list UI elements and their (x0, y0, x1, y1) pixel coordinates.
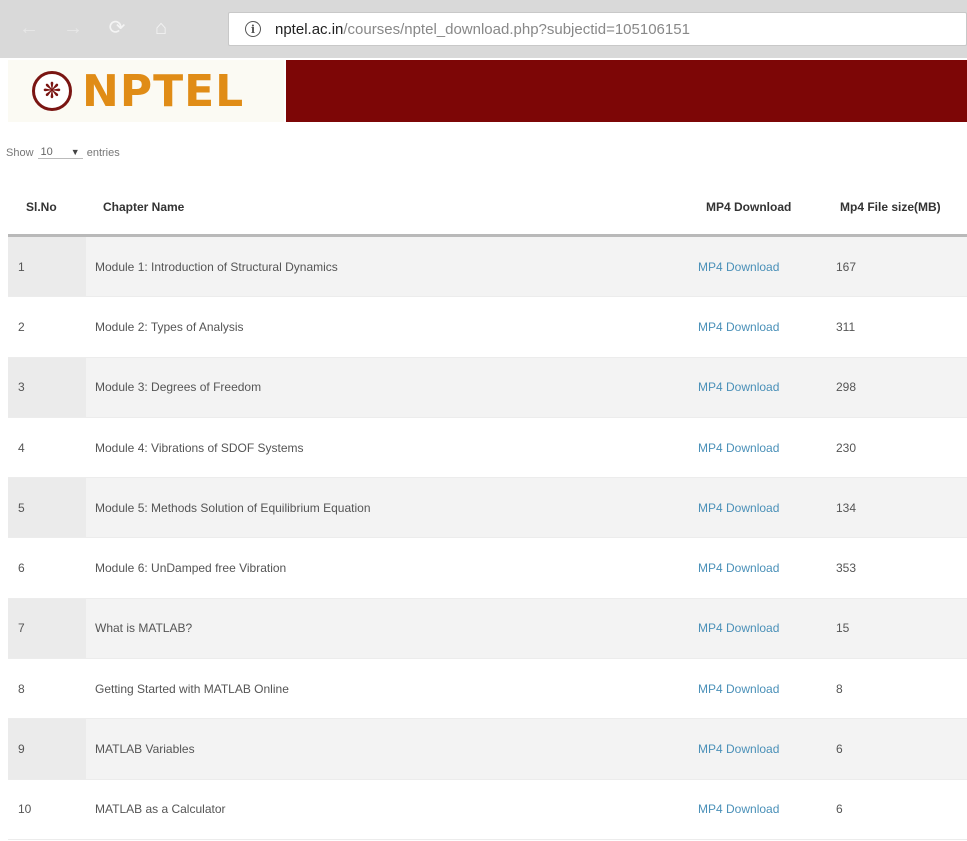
mp4-download-link[interactable]: MP4 Download (688, 320, 828, 334)
cell-sl-no: 3 (8, 357, 86, 417)
mp4-download-link[interactable]: MP4 Download (688, 742, 828, 756)
url-text: nptel.ac.in/courses/nptel_download.php?s… (275, 21, 690, 38)
table-row: 1 Module 1: Introduction of Structural Dy… (8, 237, 967, 298)
cell-chapter-name: Module 2: Types of Analysis (95, 319, 244, 334)
table-row: 4 Module 4: Vibrations of SDOF Systems MP4… (8, 417, 967, 479)
back-arrow-icon[interactable]: ← (18, 17, 40, 39)
cell-file-size: 8 (836, 681, 843, 696)
cell-sl-no: 4 (18, 440, 25, 455)
cell-file-size: 167 (836, 259, 857, 274)
nptel-logo[interactable]: ❋ NPTEL (8, 60, 284, 122)
table-row: 2 Module 2: Types of Analysis MP4 Download… (8, 297, 967, 358)
header-chapter-name[interactable]: Chapter Name (86, 200, 688, 214)
entries-length-control: Show 10 ▼ entries (6, 146, 120, 159)
cell-sl-no: 1 (8, 237, 86, 297)
table-body: 1 Module 1: Introduction of Structural Dy… (8, 237, 967, 840)
cell-chapter-name: MATLAB Variables (95, 742, 195, 757)
home-icon[interactable]: ⌂ (150, 17, 172, 39)
header-sl-no[interactable]: Sl.No (8, 180, 86, 234)
cell-chapter-name: What is MATLAB? (95, 621, 193, 636)
table-header: Sl.No Chapter Name MP4 Download Mp4 File… (8, 180, 967, 237)
nav-buttons: ← → ⟳ ⌂ (18, 14, 172, 42)
browser-toolbar: ← → ⟳ ⌂ i nptel.ac.in/courses/nptel_down… (0, 0, 967, 58)
cell-chapter-name: Getting Started with MATLAB Online (95, 681, 289, 696)
table-row: 6 Module 6: UnDamped free Vibration MP4 Do… (8, 538, 967, 599)
header-mp4-download[interactable]: MP4 Download (688, 200, 828, 214)
site-header: ❋ NPTEL (0, 58, 967, 124)
cell-sl-no: 8 (18, 681, 25, 696)
forward-arrow-icon[interactable]: → (62, 17, 84, 39)
cell-chapter-name: Module 5: Methods Solution of Equilibriu… (95, 500, 371, 515)
table-row: 5 Module 5: Methods Solution of Equilibri… (8, 478, 967, 539)
header-banner (286, 60, 967, 122)
entries-select[interactable]: 10 ▼ (37, 146, 83, 159)
cell-sl-no: 7 (8, 598, 86, 659)
table-row: 9 MATLAB Variables MP4 Download 6 (8, 719, 967, 780)
cell-chapter-name: Module 3: Degrees of Freedom (95, 380, 262, 395)
logo-text: NPTEL (82, 65, 245, 117)
cell-file-size: 134 (836, 500, 857, 515)
cell-sl-no: 10 (18, 802, 32, 817)
table-row: 7 What is MATLAB? MP4 Download 15 (8, 598, 967, 660)
header-file-size[interactable]: Mp4 File size(MB) (828, 200, 967, 214)
cell-chapter-name: Module 6: UnDamped free Vibration (95, 561, 287, 576)
cell-chapter-name: Module 4: Vibrations of SDOF Systems (95, 440, 304, 455)
url-path: /courses/nptel_download.php?subjectid=10… (343, 20, 690, 38)
entries-label: entries (86, 146, 120, 159)
mp4-download-link[interactable]: MP4 Download (688, 621, 828, 635)
mp4-download-link[interactable]: MP4 Download (688, 561, 828, 575)
mp4-download-link[interactable]: MP4 Download (688, 380, 828, 394)
dropdown-caret-icon: ▼ (70, 147, 80, 157)
cell-sl-no: 5 (8, 478, 86, 538)
mp4-download-link[interactable]: MP4 Download (688, 682, 828, 696)
cell-sl-no: 9 (8, 719, 86, 779)
show-label: Show (6, 146, 34, 159)
address-bar[interactable]: i nptel.ac.in/courses/nptel_download.php… (228, 12, 967, 46)
entries-value: 10 (40, 146, 53, 158)
table-row: 3 Module 3: Degrees of Freedom MP4 Downloa… (8, 357, 967, 418)
mp4-download-link[interactable]: MP4 Download (688, 802, 828, 816)
table-row: 10 MATLAB as a Calculator MP4 Download 6 (8, 779, 967, 840)
url-host: nptel.ac.in (275, 20, 344, 38)
mp4-download-link[interactable]: MP4 Download (688, 501, 828, 515)
cell-file-size: 15 (836, 621, 850, 636)
cell-file-size: 6 (836, 802, 843, 817)
mp4-download-link[interactable]: MP4 Download (688, 260, 828, 274)
cell-file-size: 311 (836, 319, 856, 334)
cell-sl-no: 6 (18, 561, 25, 576)
nptel-emblem-icon: ❋ (32, 71, 72, 111)
mp4-download-link[interactable]: MP4 Download (688, 441, 828, 455)
info-icon[interactable]: i (245, 21, 261, 37)
downloads-table: Sl.No Chapter Name MP4 Download Mp4 File… (8, 180, 967, 840)
cell-file-size: 6 (836, 742, 843, 757)
cell-file-size: 298 (836, 380, 857, 395)
cell-chapter-name: Module 1: Introduction of Structural Dyn… (95, 259, 338, 274)
cell-sl-no: 2 (18, 319, 25, 334)
cell-file-size: 230 (836, 440, 857, 455)
cell-chapter-name: MATLAB as a Calculator (95, 802, 226, 817)
cell-file-size: 353 (836, 561, 857, 576)
table-row: 8 Getting Started with MATLAB Online MP4 D… (8, 659, 967, 720)
refresh-icon[interactable]: ⟳ (106, 17, 128, 39)
